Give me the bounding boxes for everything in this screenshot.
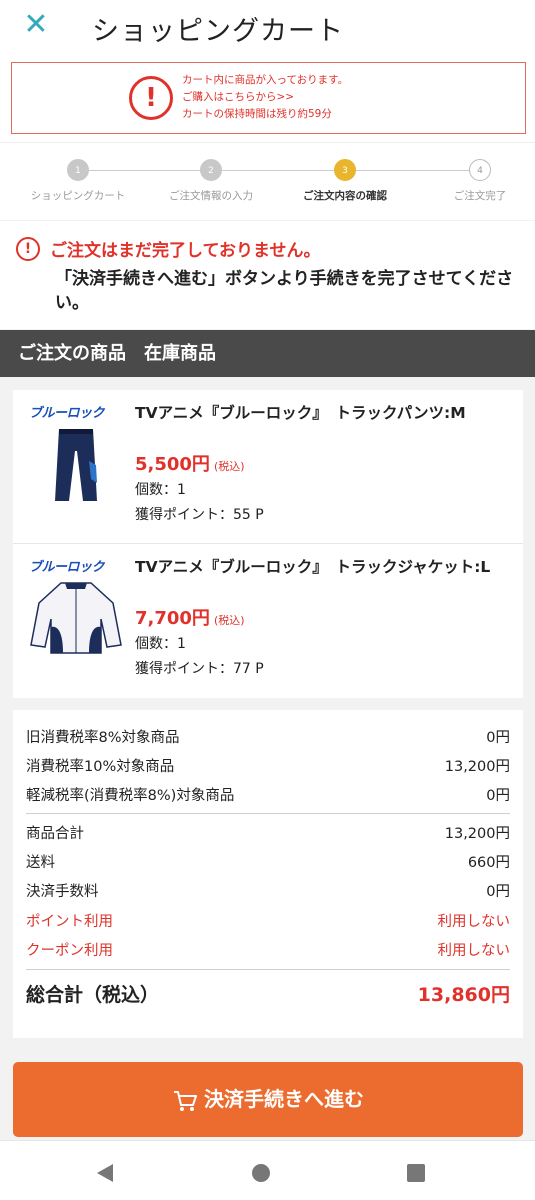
- home-icon[interactable]: [249, 1161, 273, 1185]
- price-summary: 旧消費税率8%対象商品 0円 消費税率10%対象商品 13,200円 軽減税率(…: [13, 710, 523, 1038]
- row-value: 0円: [486, 788, 510, 804]
- item-quantity: 個数：1: [135, 482, 186, 498]
- step-label: ショッピングカート: [30, 190, 126, 202]
- step-cart: 1 ショッピングカート: [8, 159, 148, 203]
- notice-area: ! カート内に商品が入っております。 ご購入はこちらから>> カートの保持時間は…: [0, 52, 535, 142]
- row-value: 13,200円: [444, 826, 510, 842]
- step-label: ご注文情報の入力: [169, 190, 253, 202]
- row-label: クーポン利用: [26, 943, 113, 959]
- row-label: 消費税率10%対象商品: [26, 759, 175, 775]
- back-icon[interactable]: [93, 1161, 117, 1185]
- item-points: 獲得ポイント：55 P: [135, 507, 264, 523]
- row-label: 商品合計: [26, 826, 84, 842]
- notice-line-1: カート内に商品が入っております。: [182, 74, 349, 86]
- warning-title: ご注文はまだ完了しておりません。: [50, 241, 321, 261]
- page-title: ショッピングカート: [92, 16, 344, 47]
- step-order-info: 2 ご注文情報の入力: [141, 159, 281, 203]
- step-complete: 4 ご注文完了: [410, 159, 535, 203]
- recents-icon[interactable]: [404, 1161, 428, 1185]
- cart-notice-banner[interactable]: ! カート内に商品が入っております。 ご購入はこちらから>> カートの保持時間は…: [11, 62, 526, 134]
- total-value: 13,860円: [417, 984, 510, 1006]
- list-item[interactable]: ブルーロック TVアニメ『ブルーロック』 トラックジャケット:L 7,700円(…: [13, 543, 523, 695]
- row-label: 旧消費税率8%対象商品: [26, 730, 180, 746]
- system-nav-bar: [0, 1140, 535, 1200]
- row-label: 送料: [26, 855, 55, 871]
- product-image: ブルーロック: [29, 402, 123, 502]
- row-label: ポイント利用: [26, 914, 113, 930]
- track-jacket-icon: [30, 582, 122, 654]
- item-name: TVアニメ『ブルーロック』 トラックパンツ:M: [135, 404, 466, 422]
- row-value: 0円: [486, 884, 510, 900]
- step-number: 4: [469, 159, 491, 181]
- item-price: 5,500円 (税込): [135, 450, 245, 476]
- row-label: 軽減税率(消費税率8%)対象商品: [26, 788, 235, 804]
- order-items-list: ブルーロック TVアニメ『ブルーロック』 トラックパンツ:M 5,500円 (税込…: [13, 390, 523, 698]
- row-value: 利用しない: [437, 943, 511, 959]
- row-label: 決済手数料: [26, 884, 99, 900]
- tax-note: (税込): [213, 614, 245, 627]
- row-value: 0円: [486, 730, 510, 746]
- price-value: 7,700円: [135, 608, 210, 629]
- price-value: 5,500円: [135, 454, 210, 475]
- step-number: 1: [67, 159, 89, 181]
- item-price: 7,700円 (税込): [135, 604, 245, 630]
- brand-logo: ブルーロック: [29, 560, 105, 575]
- item-points: 獲得ポイント：77 P: [135, 661, 264, 677]
- notice-text: カート内に商品が入っております。 ご購入はこちらから>> カートの保持時間は残り…: [182, 72, 348, 123]
- list-item[interactable]: ブルーロック TVアニメ『ブルーロック』 トラックパンツ:M 5,500円 (税込…: [13, 390, 523, 542]
- brand-logo: ブルーロック: [29, 406, 105, 421]
- row-value: 660円: [467, 855, 510, 871]
- item-meta: 個数：1 獲得ポイント：55 P: [135, 478, 264, 528]
- warning-body: 「決済手続きへ進む」ボタンより手続きを完了させてください。: [55, 269, 514, 313]
- row-value: 利用しない: [437, 914, 511, 930]
- checkout-steps: 1 ショッピングカート 2 ご注文情報の入力 3 ご注文内容の確認 4 ご注文完…: [0, 142, 535, 220]
- notice-line-2[interactable]: ご購入はこちらから>>: [182, 89, 348, 106]
- tax-note: (税込): [213, 460, 245, 473]
- app-header: ✕ ショッピングカート: [0, 0, 535, 52]
- alert-icon: !: [16, 237, 40, 261]
- divider: [26, 813, 510, 814]
- notice-line-3: カートの保持時間は残り約59分: [182, 108, 332, 120]
- close-icon[interactable]: ✕: [22, 10, 50, 40]
- order-items-heading: ご注文の商品 在庫商品: [0, 330, 535, 377]
- checkout-label: 決済手続きへ進む: [204, 1087, 364, 1111]
- product-image: ブルーロック: [29, 556, 123, 656]
- item-name: TVアニメ『ブルーロック』 トラックジャケット:L: [135, 558, 491, 576]
- step-confirm: 3 ご注文内容の確認: [275, 159, 415, 203]
- step-number: 2: [200, 159, 222, 181]
- exclamation-icon: !: [129, 76, 173, 120]
- divider: [26, 969, 510, 970]
- incomplete-warning: ! ご注文はまだ完了しておりません。 「決済手続きへ進む」ボタンより手続きを完了…: [0, 221, 535, 329]
- track-pants-icon: [55, 429, 97, 501]
- step-label: ご注文内容の確認: [303, 190, 387, 202]
- item-quantity: 個数：1: [135, 636, 186, 652]
- cart-icon: [174, 1090, 197, 1111]
- step-label: ご注文完了: [453, 190, 507, 202]
- item-meta: 個数：1 獲得ポイント：77 P: [135, 632, 264, 682]
- total-label: 総合計（税込）: [26, 984, 160, 1006]
- step-number: 3: [334, 159, 356, 181]
- checkout-button[interactable]: 決済手続きへ進む: [13, 1062, 523, 1137]
- row-value: 13,200円: [444, 759, 510, 775]
